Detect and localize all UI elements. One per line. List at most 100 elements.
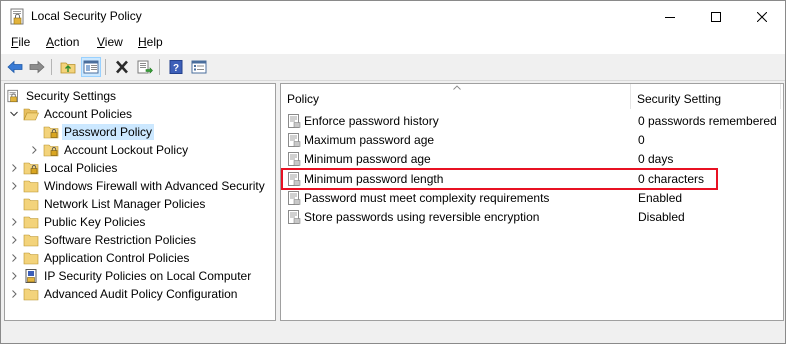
tree-item-application-control[interactable]: Application Control Policies bbox=[9, 249, 191, 267]
back-button[interactable] bbox=[5, 57, 25, 77]
toolbar-separator bbox=[51, 59, 52, 75]
help-button[interactable]: ? bbox=[166, 57, 186, 77]
folder-icon bbox=[23, 252, 39, 265]
tree-item-label: Software Restriction Policies bbox=[44, 233, 197, 247]
up-folder-icon bbox=[60, 62, 76, 74]
tree-item-label: Network List Manager Policies bbox=[44, 197, 206, 211]
policy-setting-value: 0 bbox=[638, 132, 645, 147]
menu-view[interactable]: View bbox=[97, 35, 123, 49]
toolbar: ? bbox=[1, 54, 785, 81]
menu-help-hotkey: H bbox=[138, 35, 147, 49]
security-policy-app-icon bbox=[10, 8, 24, 25]
column-divider[interactable] bbox=[780, 84, 781, 109]
local-security-policy-window: Local Security Policy File Action View H… bbox=[0, 0, 786, 344]
chevron-right-icon[interactable] bbox=[29, 145, 39, 155]
tree-item-public-key-policies[interactable]: Public Key Policies bbox=[9, 213, 147, 231]
minimize-button[interactable] bbox=[647, 1, 693, 32]
export-list-button[interactable] bbox=[135, 57, 155, 77]
status-bar bbox=[1, 324, 785, 343]
sort-ascending-icon bbox=[453, 85, 461, 90]
chevron-right-icon[interactable] bbox=[9, 253, 19, 263]
window-title: Local Security Policy bbox=[31, 9, 142, 23]
tree-item-label: Advanced Audit Policy Configuration bbox=[44, 287, 238, 301]
tree-item-label: Password Policy bbox=[62, 124, 155, 140]
export-list-icon bbox=[137, 60, 153, 74]
maximize-icon bbox=[711, 11, 721, 22]
chevron-down-icon[interactable] bbox=[9, 109, 19, 119]
close-button[interactable] bbox=[739, 1, 785, 32]
policy-setting-icon bbox=[288, 171, 301, 186]
policy-setting-value: Disabled bbox=[638, 209, 685, 224]
folder-icon bbox=[23, 216, 39, 229]
tree-item-label: Application Control Policies bbox=[44, 251, 190, 265]
tree-item-label: Account Policies bbox=[44, 107, 133, 121]
folder-icon bbox=[23, 234, 39, 247]
tree-item-account-policies[interactable]: Account Policies bbox=[9, 105, 134, 123]
menu-file-label: ile bbox=[18, 35, 31, 49]
chevron-right-icon[interactable] bbox=[9, 235, 19, 245]
svg-text:?: ? bbox=[173, 63, 179, 74]
chevron-right-icon[interactable] bbox=[9, 181, 19, 191]
policy-name: Maximum password age bbox=[304, 132, 435, 147]
tree-item-network-list-manager[interactable]: Network List Manager Policies bbox=[9, 195, 207, 213]
locked-folder-icon bbox=[43, 144, 59, 157]
properties-icon bbox=[191, 60, 207, 74]
tree-item-label: Account Lockout Policy bbox=[64, 143, 189, 157]
folder-icon bbox=[23, 198, 39, 211]
policy-setting-icon bbox=[288, 190, 301, 205]
tree-item-label: Windows Firewall with Advanced Security bbox=[44, 179, 265, 193]
tree-item-windows-firewall[interactable]: Windows Firewall with Advanced Security bbox=[9, 177, 267, 195]
chevron-right-icon[interactable] bbox=[9, 163, 19, 173]
tree-item-software-restriction[interactable]: Software Restriction Policies bbox=[9, 231, 198, 249]
content-area: Security Settings Account Policies Passw… bbox=[1, 81, 785, 343]
folder-open-icon bbox=[23, 108, 39, 121]
column-header-label: Security Setting bbox=[637, 92, 722, 106]
back-icon bbox=[7, 60, 23, 74]
close-icon bbox=[757, 11, 767, 22]
locked-folder-icon bbox=[23, 162, 39, 175]
folder-icon bbox=[23, 180, 39, 193]
chevron-right-icon[interactable] bbox=[9, 217, 19, 227]
tree-item-local-policies[interactable]: Local Policies bbox=[9, 159, 119, 177]
menu-view-label: iew bbox=[104, 35, 123, 49]
tree-item-account-lockout-policy[interactable]: Account Lockout Policy bbox=[29, 141, 190, 159]
menu-file[interactable]: File bbox=[11, 35, 30, 49]
toolbar-separator bbox=[105, 59, 106, 75]
chevron-right-icon[interactable] bbox=[9, 289, 19, 299]
policy-row[interactable]: Enforce password history 0 passwords rem… bbox=[281, 111, 781, 130]
policy-list-pane[interactable]: Policy Security Setting Enforce password… bbox=[280, 83, 784, 321]
policy-setting-value: 0 days bbox=[638, 151, 674, 166]
properties-button[interactable] bbox=[189, 57, 209, 77]
forward-button[interactable] bbox=[27, 57, 47, 77]
policy-row[interactable]: Password must meet complexity requiremen… bbox=[281, 188, 781, 207]
policy-row[interactable]: Maximum password age 0 bbox=[281, 130, 781, 149]
menu-help[interactable]: Help bbox=[138, 35, 163, 49]
tree-item-ip-security[interactable]: IP Security Policies on Local Computer bbox=[9, 267, 253, 285]
chevron-right-icon[interactable] bbox=[9, 271, 19, 281]
policy-setting-value: 0 passwords remembered bbox=[638, 113, 777, 128]
menu-action-hotkey: A bbox=[46, 35, 55, 49]
maximize-button[interactable] bbox=[693, 1, 739, 32]
delete-button[interactable] bbox=[112, 57, 132, 77]
policy-setting-value: 0 characters bbox=[638, 171, 705, 186]
policy-name: Password must meet complexity requiremen… bbox=[304, 190, 550, 205]
up-one-level-button[interactable] bbox=[58, 57, 78, 77]
column-header-security-setting[interactable]: Security Setting bbox=[631, 84, 781, 109]
console-tree-pane[interactable]: Security Settings Account Policies Passw… bbox=[4, 83, 276, 321]
policy-setting-value: Enabled bbox=[638, 190, 683, 205]
policy-row-minimum-password-length[interactable]: Minimum password length 0 characters bbox=[281, 169, 781, 188]
tree-item-label: Security Settings bbox=[26, 89, 117, 103]
menu-view-hotkey: V bbox=[97, 35, 105, 49]
minimize-icon bbox=[665, 16, 675, 18]
title-bar[interactable]: Local Security Policy bbox=[1, 1, 785, 32]
column-header-label: Policy bbox=[287, 92, 320, 106]
tree-item-security-settings[interactable]: Security Settings bbox=[7, 87, 118, 105]
tree-item-password-policy[interactable]: Password Policy bbox=[29, 123, 155, 141]
menu-action[interactable]: Action bbox=[46, 35, 79, 49]
policy-row[interactable]: Minimum password age 0 days bbox=[281, 149, 781, 168]
show-hide-console-tree-button[interactable] bbox=[81, 57, 101, 77]
tree-item-label: Local Policies bbox=[44, 161, 118, 175]
tree-item-advanced-audit[interactable]: Advanced Audit Policy Configuration bbox=[9, 285, 239, 303]
policy-row[interactable]: Store passwords using reversible encrypt… bbox=[281, 207, 781, 226]
